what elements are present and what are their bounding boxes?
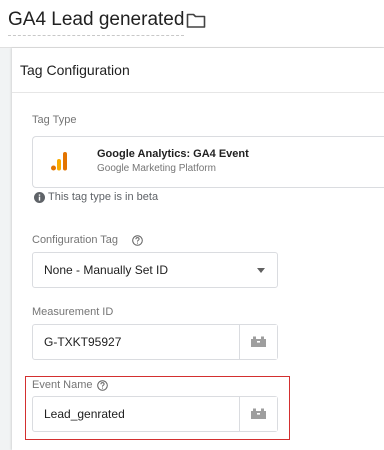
google-analytics-icon: [51, 152, 67, 171]
event-name-label: Event Name: [32, 379, 93, 391]
beta-note-text: This tag type is in beta: [48, 191, 159, 203]
event-name-field[interactable]: Lead_genrated: [32, 396, 278, 432]
tag-type-label: Tag Type: [32, 114, 77, 126]
measurement-id-label: Measurement ID: [32, 306, 114, 318]
help-icon[interactable]: [97, 380, 108, 391]
measurement-id-value: G-TXKT95927: [44, 335, 122, 349]
configuration-tag-label: Configuration Tag: [32, 234, 119, 246]
help-icon[interactable]: [132, 235, 143, 246]
info-icon: [34, 192, 45, 203]
variable-brick-icon: [251, 408, 266, 419]
variable-picker-button[interactable]: [239, 397, 277, 431]
panel-title: Tag Configuration: [20, 62, 130, 78]
variable-brick-icon: [251, 336, 266, 347]
panel-header: Tag Configuration: [12, 48, 384, 93]
tag-type-platform: Google Marketing Platform: [97, 163, 216, 174]
top-bar: GA4 Lead generated: [0, 0, 384, 48]
tag-type-name: Google Analytics: GA4 Event: [97, 148, 249, 160]
dropdown-caret-icon: [257, 268, 265, 273]
tag-name-title[interactable]: GA4 Lead generated: [8, 9, 185, 36]
folder-icon[interactable]: [186, 11, 206, 29]
configuration-tag-value: None - Manually Set ID: [44, 263, 169, 277]
configuration-tag-select[interactable]: None - Manually Set ID: [32, 252, 278, 288]
variable-picker-button[interactable]: [239, 325, 277, 359]
tag-type-card[interactable]: Google Analytics: GA4 Event Google Marke…: [32, 136, 384, 188]
event-name-value: Lead_genrated: [44, 407, 125, 421]
measurement-id-field[interactable]: G-TXKT95927: [32, 324, 278, 360]
tag-configuration-panel: Tag Configuration Tag Type Google Analyt…: [12, 48, 384, 450]
